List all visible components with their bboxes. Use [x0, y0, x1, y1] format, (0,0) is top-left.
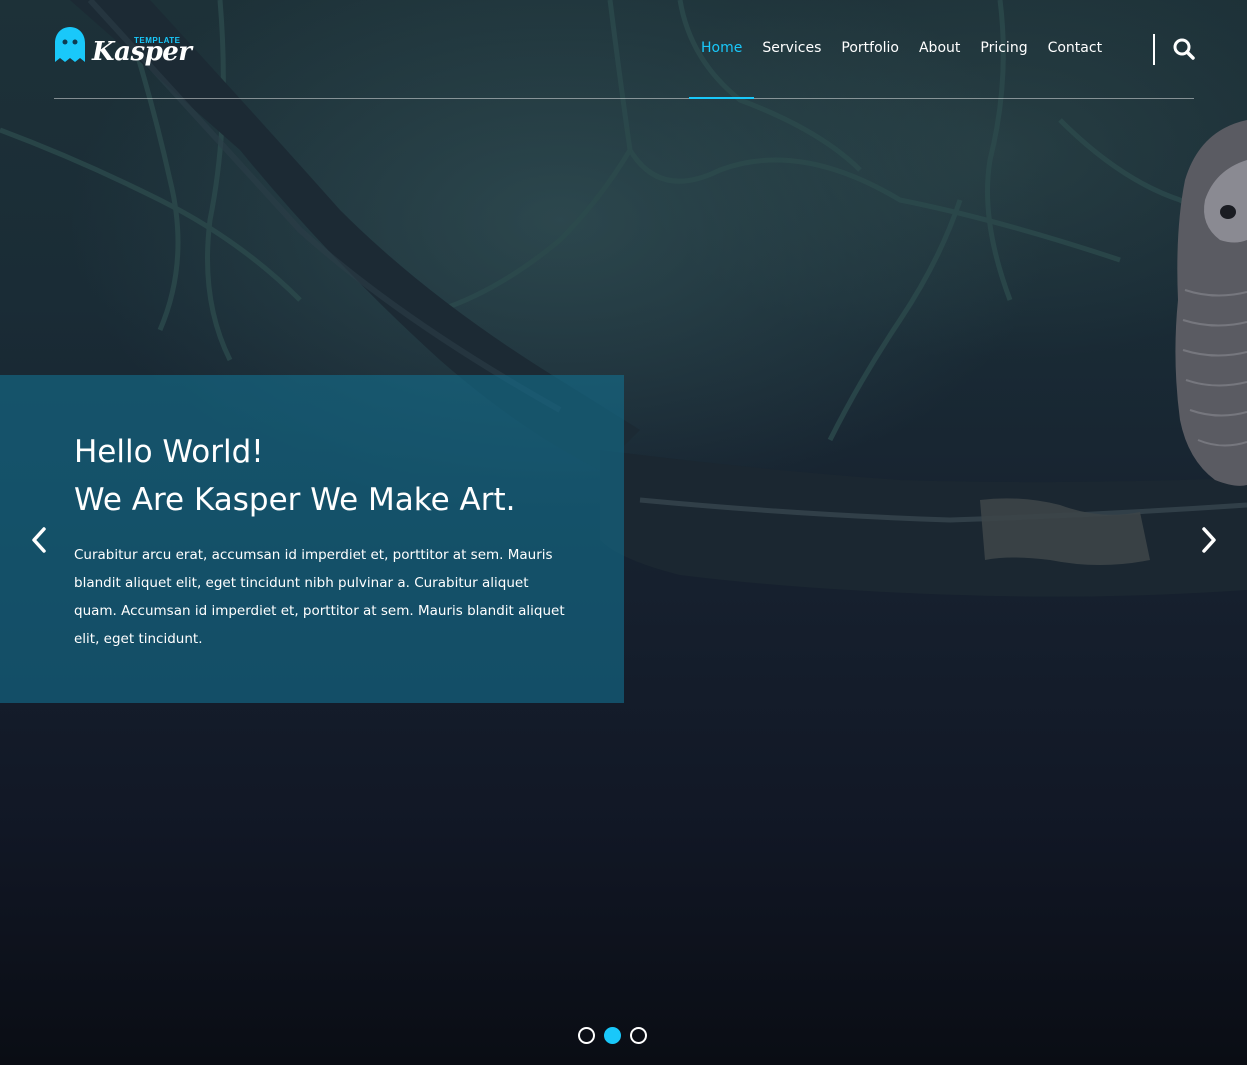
chevron-right-icon — [1202, 527, 1216, 553]
hero-title: Hello World! We Are Kasper We Make Art. — [74, 428, 515, 524]
ghost-logo-icon — [55, 27, 85, 62]
nav-contact[interactable]: Contact — [1048, 40, 1102, 56]
nav-home[interactable]: Home — [688, 40, 755, 99]
slider-bullet-3[interactable] — [630, 1027, 647, 1044]
slider-bullets — [578, 1027, 656, 1044]
slider-bullet-1[interactable] — [578, 1027, 595, 1044]
nav-services[interactable]: Services — [762, 40, 821, 56]
chevron-left-icon — [32, 527, 46, 553]
hero-slider: TEMPLATE Kasper Home Services Portfolio … — [0, 0, 1247, 1065]
slider-bullet-2[interactable] — [604, 1027, 621, 1044]
site-logo[interactable]: TEMPLATE Kasper — [54, 26, 192, 70]
nav-divider — [1153, 34, 1155, 65]
hero-caption-panel: Hello World! We Are Kasper We Make Art. … — [0, 375, 624, 703]
main-nav: Home Services Portfolio About Pricing Co… — [688, 40, 1122, 99]
nav-portfolio[interactable]: Portfolio — [841, 40, 899, 56]
slider-prev-button[interactable] — [29, 526, 49, 554]
logo-wordmark: Kasper — [92, 37, 192, 67]
hero-title-line2: We Are Kasper We Make Art. — [74, 482, 516, 518]
nav-about[interactable]: About — [919, 40, 960, 56]
search-button[interactable] — [1173, 38, 1195, 60]
site-header: TEMPLATE Kasper Home Services Portfolio … — [54, 0, 1195, 99]
hero-description: Curabitur arcu erat, accumsan id imperdi… — [74, 547, 565, 647]
hero-title-line1: Hello World! — [74, 434, 264, 470]
nav-pricing[interactable]: Pricing — [980, 40, 1027, 56]
slider-next-button[interactable] — [1199, 526, 1219, 554]
search-icon — [1173, 38, 1195, 60]
